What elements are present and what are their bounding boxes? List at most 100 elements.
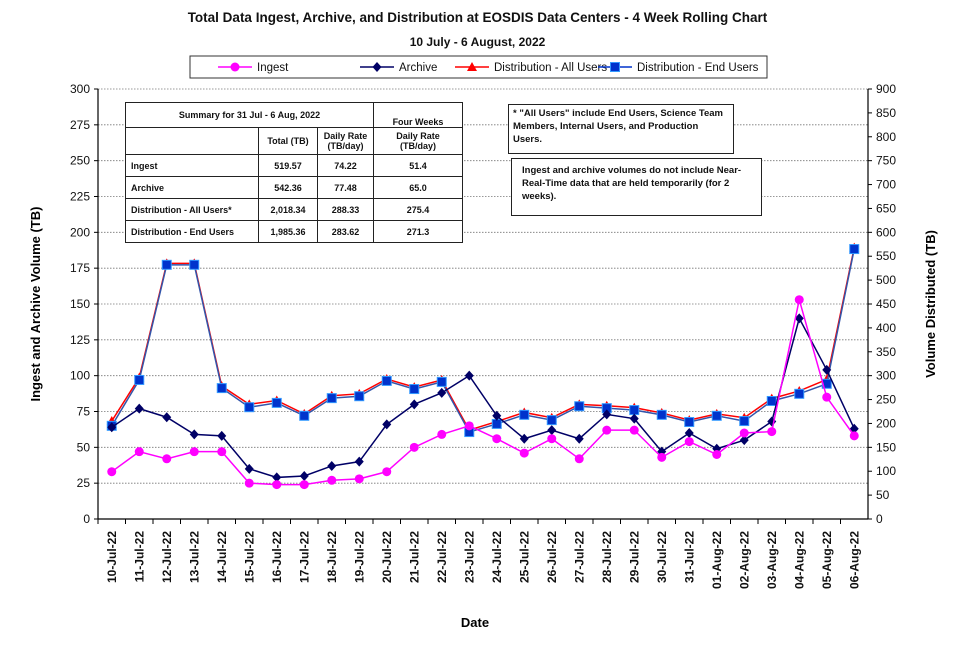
x-tick-label: 27-Jul-22: [572, 531, 586, 583]
y-tick-label: 175: [70, 261, 90, 275]
y-tick-label: 75: [77, 405, 91, 419]
data-point: [519, 409, 530, 420]
data-point: [574, 454, 584, 464]
summary-cell-daily: 77.48: [317, 176, 374, 199]
data-point: [189, 429, 199, 440]
series-line: [111, 248, 855, 433]
summary-cell-four: 51.4: [373, 154, 463, 177]
x-tick-label: 28-Jul-22: [600, 531, 614, 583]
summary-cell-daily: 283.62: [317, 220, 374, 243]
summary-row: Ingest 519.57 74.22 51.4: [125, 154, 463, 177]
data-point: [794, 388, 805, 399]
y-tick-label: 250: [70, 154, 90, 168]
x-tick-label: 11-Jul-22: [132, 531, 146, 583]
data-point: [849, 431, 859, 441]
data-point: [547, 434, 557, 444]
col-total: Total (TB): [258, 127, 318, 155]
y-tick-label: 200: [70, 225, 90, 239]
summary-subheader-row: Total (TB) Daily Rate (TB/day) Daily Rat…: [125, 127, 463, 155]
data-point: [409, 399, 419, 410]
summary-cell-label: Ingest: [125, 154, 259, 177]
x-tick-label: 14-Jul-22: [215, 531, 229, 583]
x-tick-label: 22-Jul-22: [435, 531, 449, 583]
data-point: [436, 376, 447, 387]
data-point: [711, 410, 722, 421]
data-point: [409, 442, 419, 452]
data-point: [657, 452, 667, 462]
series-distribution-all-users: [106, 242, 860, 435]
x-tick-label: 13-Jul-22: [187, 531, 201, 583]
x-tick-label: 21-Jul-22: [407, 531, 421, 583]
data-point: [382, 467, 392, 477]
legend-label: Distribution - End Users: [637, 62, 759, 74]
data-point: [162, 412, 172, 423]
y2-tick-label: 650: [876, 201, 896, 215]
series-archive: [107, 313, 859, 483]
y-tick-label: 0: [83, 512, 90, 526]
col-four: Daily Rate (TB/day): [373, 127, 463, 155]
summary-row: Archive 542.36 77.48 65.0: [125, 176, 463, 199]
x-tick-label: 02-Aug-22: [737, 531, 751, 589]
data-point: [437, 429, 447, 439]
data-point: [299, 480, 309, 490]
note-all-users: * "All Users" include End Users, Science…: [508, 104, 734, 154]
x-tick-label: 17-Jul-22: [297, 531, 311, 583]
y2-tick-label: 400: [876, 321, 896, 335]
data-point: [354, 391, 365, 402]
data-point: [216, 383, 227, 394]
data-point: [272, 480, 282, 490]
data-point: [629, 405, 640, 416]
data-point: [354, 474, 364, 484]
data-point: [629, 425, 639, 435]
y2-tick-label: 100: [876, 464, 896, 478]
summary-cell-total: 1,985.36: [258, 220, 318, 243]
summary-cell-daily: 288.33: [317, 198, 374, 221]
data-point: [107, 467, 117, 477]
y2-tick-label: 600: [876, 225, 896, 239]
legend: Ingest Archive Distribution - All Users Dis…: [189, 55, 768, 79]
data-point: [464, 421, 474, 431]
data-point: [656, 409, 667, 420]
y2-tick-label: 700: [876, 178, 896, 192]
data-point: [684, 428, 694, 438]
chart-svg: 0 25 50 75 100 125 150 175 200 225 250 275 300 0 50 100…: [28, 55, 938, 630]
x-tick-label: 29-Jul-22: [627, 531, 641, 583]
x-tick-label: 01-Aug-22: [710, 531, 724, 589]
x-tick-label: 31-Jul-22: [682, 531, 696, 583]
data-point: [299, 410, 310, 421]
data-point: [519, 448, 529, 458]
summary-row: Distribution - End Users 1,985.36 283.62 27…: [125, 220, 463, 243]
series-distribution-end-users: [106, 244, 860, 438]
summary-cell-label: Distribution - All Users*: [125, 198, 259, 221]
data-point: [849, 244, 860, 255]
data-point: [409, 384, 420, 395]
x-tick-label: 04-Aug-22: [792, 531, 806, 589]
y-tick-label: 125: [70, 333, 90, 347]
data-point: [271, 397, 282, 408]
y2-tick-label: 550: [876, 249, 896, 263]
data-point: [244, 478, 254, 488]
data-point: [684, 417, 695, 428]
x-tick-label: 20-Jul-22: [380, 531, 394, 583]
x-tick-label: 16-Jul-22: [270, 531, 284, 583]
summary-cell-four: 65.0: [373, 176, 463, 199]
summary-cell-label: Archive: [125, 176, 259, 199]
data-point: [739, 428, 749, 438]
y-tick-label: 225: [70, 190, 90, 204]
y2-tick-label: 500: [876, 273, 896, 287]
y-tick-label: 150: [70, 297, 90, 311]
y2-tick-label: 50: [876, 488, 890, 502]
summary-cell-daily: 74.22: [317, 154, 374, 177]
four-weeks-header: Four Weeks: [373, 102, 463, 128]
series-line: [111, 247, 855, 432]
data-point: [134, 447, 144, 457]
chart-container: Total Data Ingest, Archive, and Distribu…: [0, 0, 955, 653]
summary-table: Summary for 31 Jul - 6 Aug, 2022 Four We…: [125, 102, 463, 243]
y-tick-label: 275: [70, 118, 90, 132]
summary-cell-four: 275.4: [373, 198, 463, 221]
y-tick-label: 50: [77, 440, 91, 454]
data-point: [189, 259, 200, 270]
summary-cell-four: 271.3: [373, 220, 463, 243]
data-point: [217, 447, 227, 457]
x-tick-label: 24-Jul-22: [490, 531, 504, 583]
